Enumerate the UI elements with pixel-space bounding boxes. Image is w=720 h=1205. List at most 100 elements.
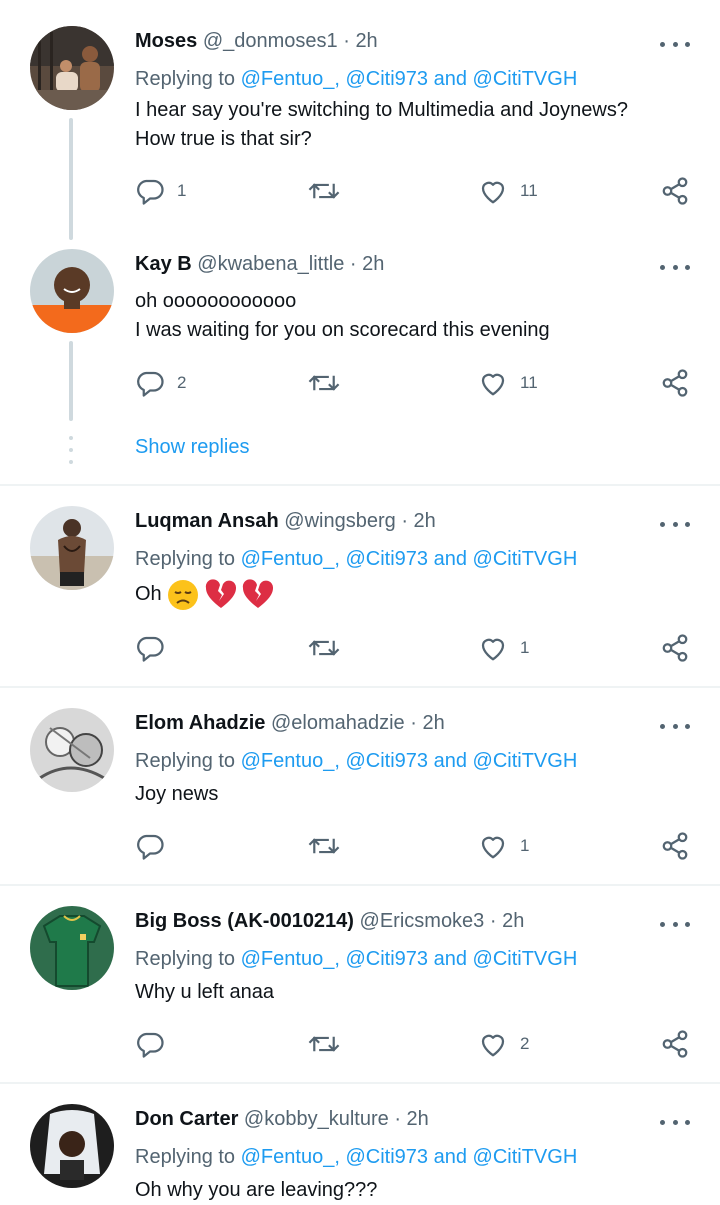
retweet-button[interactable] bbox=[307, 632, 341, 664]
reply-button[interactable] bbox=[135, 830, 165, 862]
mention-link[interactable]: @Fentuo_ bbox=[241, 948, 335, 970]
show-replies-link[interactable]: Show replies bbox=[135, 436, 250, 459]
share-button[interactable] bbox=[660, 367, 690, 399]
like-button[interactable]: 11 bbox=[478, 175, 538, 207]
mention-link[interactable]: @CitiTVGH bbox=[473, 548, 578, 570]
avatar-big-boss[interactable] bbox=[30, 906, 114, 990]
retweet-button[interactable] bbox=[307, 175, 341, 207]
mention-link[interactable]: @CitiTVGH bbox=[473, 68, 578, 90]
tweet-moses[interactable]: Moses @_donmoses1 · 2h Replying to @Fent… bbox=[0, 0, 720, 240]
reply-button[interactable] bbox=[135, 1028, 165, 1060]
tweet-header: Luqman Ansah @wingsberg · 2h bbox=[135, 510, 436, 533]
like-count: 2 bbox=[520, 1034, 530, 1053]
more-options-icon[interactable] bbox=[660, 1112, 690, 1132]
mention-link[interactable]: @Fentuo_ bbox=[241, 1146, 335, 1168]
tweet-text: Joy news bbox=[135, 780, 218, 809]
like-count: 1 bbox=[520, 638, 530, 657]
tweet-don-carter[interactable]: Don Carter @kobby_kulture · 2h Replying … bbox=[0, 1084, 720, 1205]
avatar-moses[interactable] bbox=[30, 26, 114, 110]
more-options-icon[interactable] bbox=[660, 716, 690, 736]
user-handle[interactable]: @_donmoses1 bbox=[203, 30, 338, 52]
heart-icon bbox=[481, 1034, 505, 1057]
timestamp[interactable]: 2h bbox=[414, 510, 436, 532]
mention-link[interactable]: @Citi973 bbox=[345, 548, 428, 570]
mention-link[interactable]: @Fentuo_ bbox=[241, 68, 335, 90]
replying-prefix: Replying to bbox=[135, 548, 236, 570]
mention-and[interactable]: and bbox=[434, 1146, 467, 1168]
timestamp[interactable]: 2h bbox=[422, 712, 444, 734]
share-button[interactable] bbox=[660, 632, 690, 664]
user-handle[interactable]: @kobby_kulture bbox=[244, 1108, 389, 1130]
like-button[interactable]: 1 bbox=[478, 632, 529, 664]
share-button[interactable] bbox=[660, 830, 690, 862]
timestamp[interactable]: 2h bbox=[355, 30, 377, 52]
reply-button[interactable] bbox=[135, 632, 165, 664]
tweet-luqman-ansah[interactable]: Luqman Ansah @wingsberg · 2h Replying to… bbox=[0, 486, 720, 686]
tweet-elom-ahadzie[interactable]: Elom Ahadzie @elomahadzie · 2h Replying … bbox=[0, 688, 720, 884]
user-handle[interactable]: @elomahadzie bbox=[271, 712, 405, 734]
mention-separator: , bbox=[334, 1146, 340, 1168]
more-options-icon[interactable] bbox=[660, 257, 690, 277]
display-name[interactable]: Elom Ahadzie bbox=[135, 712, 265, 734]
tweet-text: Why u left anaa bbox=[135, 978, 274, 1007]
share-button[interactable] bbox=[660, 175, 690, 207]
user-handle[interactable]: @kwabena_little bbox=[197, 253, 344, 275]
display-name[interactable]: Don Carter bbox=[135, 1108, 238, 1130]
mention-link[interactable]: @Citi973 bbox=[345, 1146, 428, 1168]
user-handle[interactable]: @Ericsmoke3 bbox=[360, 910, 485, 932]
more-options-icon[interactable] bbox=[660, 514, 690, 534]
more-options-icon[interactable] bbox=[660, 914, 690, 934]
tweet-kay-b[interactable]: Kay B @kwabena_little · 2h oh oooooooooo… bbox=[0, 240, 720, 485]
mention-link[interactable]: @Citi973 bbox=[345, 750, 428, 772]
replying-to: Replying to @Fentuo_, @Citi973 and @Citi… bbox=[135, 948, 577, 971]
reply-button[interactable]: 1 bbox=[135, 175, 186, 207]
avatar-luqman-ansah[interactable] bbox=[30, 506, 114, 590]
mention-link[interactable]: @Citi973 bbox=[345, 948, 428, 970]
mention-separator: , bbox=[334, 68, 340, 90]
separator-dot: · bbox=[401, 510, 408, 532]
mention-link[interactable]: @CitiTVGH bbox=[473, 948, 578, 970]
display-name[interactable]: Big Boss (AK-0010214) bbox=[135, 910, 354, 932]
retweet-icon bbox=[308, 375, 340, 391]
replying-to: Replying to @Fentuo_, @Citi973 and @Citi… bbox=[135, 548, 577, 571]
display-name[interactable]: Kay B bbox=[135, 253, 192, 275]
share-button[interactable] bbox=[660, 1028, 690, 1060]
timestamp[interactable]: 2h bbox=[407, 1108, 429, 1130]
like-button[interactable]: 11 bbox=[478, 367, 538, 399]
mention-and[interactable]: and bbox=[434, 948, 467, 970]
timestamp[interactable]: 2h bbox=[362, 253, 384, 275]
retweet-button[interactable] bbox=[307, 830, 341, 862]
tweet-header: Moses @_donmoses1 · 2h bbox=[135, 30, 378, 53]
avatar-kay-b[interactable] bbox=[30, 249, 114, 333]
replying-to: Replying to @Fentuo_, @Citi973 and @Citi… bbox=[135, 68, 577, 91]
mention-and[interactable]: and bbox=[434, 68, 467, 90]
mention-link[interactable]: @CitiTVGH bbox=[473, 1146, 578, 1168]
mention-link[interactable]: @CitiTVGH bbox=[473, 750, 578, 772]
tweet-text-line: How true is that sir? bbox=[135, 128, 312, 150]
tweet-text-line: Joy news bbox=[135, 783, 219, 805]
share-icon bbox=[662, 832, 688, 860]
mention-link[interactable]: @Citi973 bbox=[345, 68, 428, 90]
retweet-button[interactable] bbox=[307, 367, 341, 399]
like-button[interactable]: 1 bbox=[478, 830, 529, 862]
tweet-big-boss[interactable]: Big Boss (AK-0010214) @Ericsmoke3 · 2h R… bbox=[0, 886, 720, 1082]
timestamp[interactable]: 2h bbox=[502, 910, 524, 932]
tweet-text-line: Oh bbox=[135, 583, 162, 605]
user-handle[interactable]: @wingsberg bbox=[284, 510, 395, 532]
reply-button[interactable]: 2 bbox=[135, 367, 186, 399]
retweet-button[interactable] bbox=[307, 1028, 341, 1060]
tweet-text-line: Why u left anaa bbox=[135, 981, 274, 1003]
more-options-icon[interactable] bbox=[660, 34, 690, 54]
replying-to: Replying to @Fentuo_, @Citi973 and @Citi… bbox=[135, 750, 577, 773]
mention-link[interactable]: @Fentuo_ bbox=[241, 548, 335, 570]
display-name[interactable]: Luqman Ansah bbox=[135, 510, 279, 532]
avatar-elom-ahadzie[interactable] bbox=[30, 708, 114, 792]
mention-and[interactable]: and bbox=[434, 548, 467, 570]
mention-and[interactable]: and bbox=[434, 750, 467, 772]
separator-dot: · bbox=[489, 910, 497, 932]
mention-link[interactable]: @Fentuo_ bbox=[241, 750, 335, 772]
display-name[interactable]: Moses bbox=[135, 30, 197, 52]
reply-icon bbox=[137, 834, 164, 860]
like-button[interactable]: 2 bbox=[478, 1028, 529, 1060]
avatar-don-carter[interactable] bbox=[30, 1104, 114, 1188]
